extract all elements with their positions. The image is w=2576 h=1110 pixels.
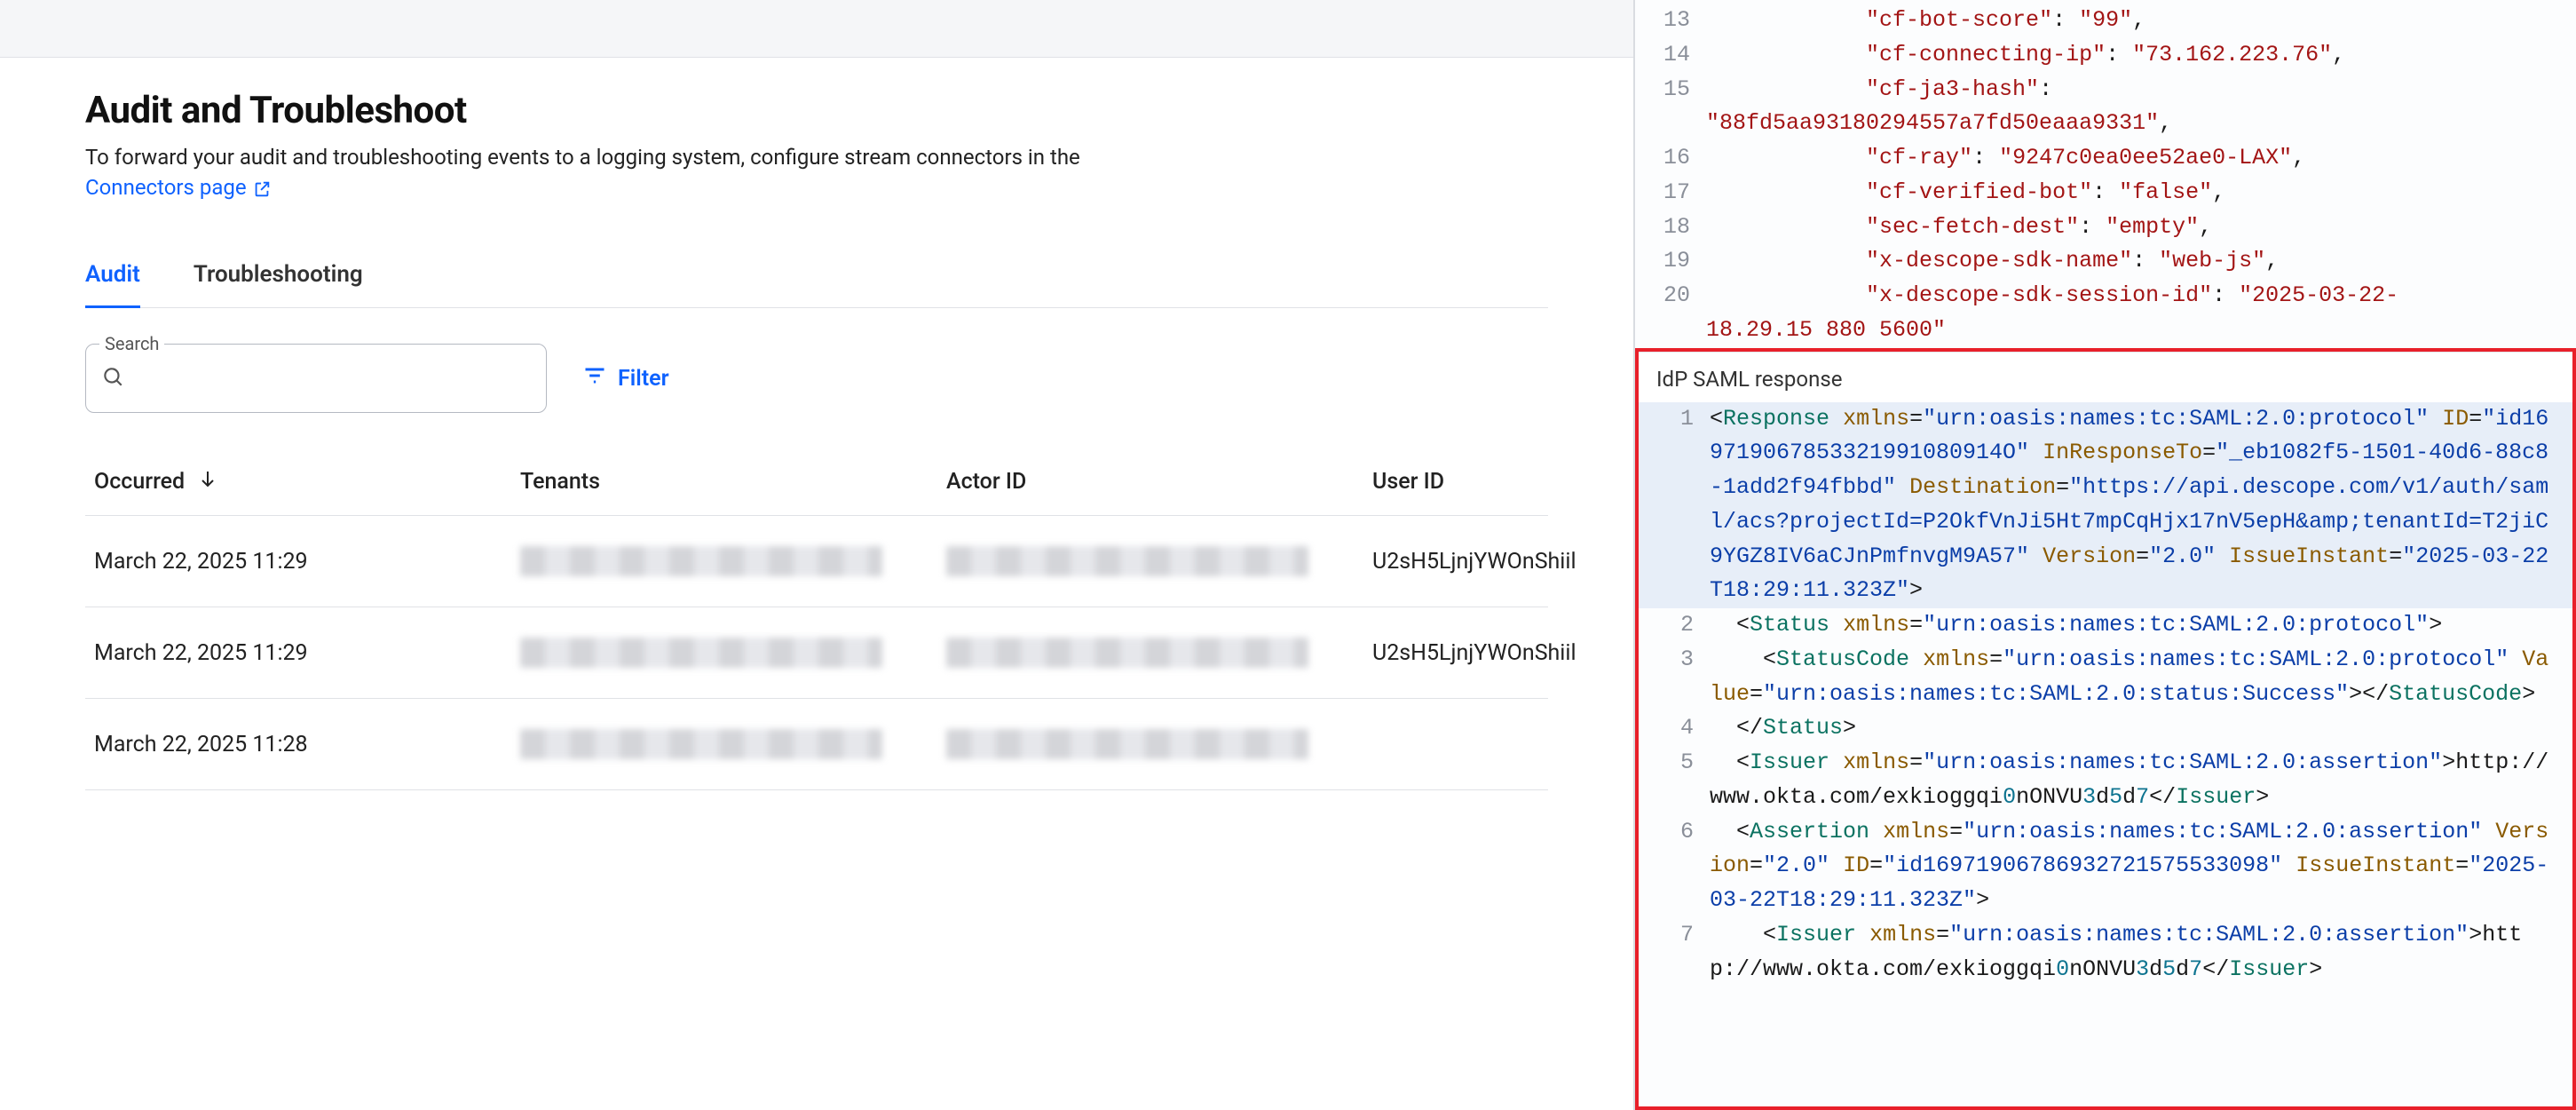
filter-label: Filter [618, 366, 669, 392]
cell-tenants [520, 546, 946, 576]
filter-button[interactable]: Filter [582, 363, 669, 394]
tabs: Audit Troubleshooting [85, 247, 1548, 308]
saml-response-block[interactable]: 1<Response xmlns="urn:oasis:names:tc:SAM… [1639, 402, 2572, 1107]
controls-row: Search Filter [85, 344, 1548, 413]
page-description-text: To forward your audit and troubleshootin… [85, 145, 1080, 170]
cell-occurred: March 22, 2025 11:29 [94, 640, 520, 666]
tab-audit[interactable]: Audit [85, 247, 140, 308]
col-actor-label: Actor ID [946, 469, 1026, 495]
audit-table: Occurred Tenants Actor ID User ID March … [85, 448, 1548, 790]
search-label: Search [99, 333, 164, 354]
sort-desc-icon [197, 468, 218, 496]
saml-response-label: IdP SAML response [1639, 352, 2572, 402]
cell-occurred: March 22, 2025 11:28 [94, 732, 520, 757]
col-actor-id[interactable]: Actor ID [946, 469, 1372, 495]
connectors-page-link-text: Connectors page [85, 173, 247, 203]
cell-user: U2sH5LjnjYWOnShiil [1372, 549, 1656, 575]
json-headers-block[interactable]: 13 "cf-bot-score": "99",14 "cf-connectin… [1635, 0, 2576, 348]
col-user-label: User ID [1372, 469, 1444, 495]
table-row[interactable]: March 22, 2025 11:29U2sH5LjnjYWOnShiil [85, 607, 1548, 699]
cell-user: U2sH5LjnjYWOnShiil [1372, 640, 1656, 666]
col-tenants-label: Tenants [520, 469, 600, 495]
cell-actor [946, 546, 1372, 576]
col-occurred[interactable]: Occurred [94, 468, 520, 496]
search-icon [101, 365, 124, 392]
search-field-wrap: Search [85, 344, 547, 413]
saml-response-highlight: IdP SAML response 1<Response xmlns="urn:… [1635, 348, 2576, 1110]
table-row[interactable]: March 22, 2025 11:29U2sH5LjnjYWOnShiil [85, 516, 1548, 607]
col-user-id[interactable]: User ID [1372, 469, 1656, 495]
external-link-icon [252, 178, 272, 197]
connectors-page-link[interactable]: Connectors page [85, 173, 272, 203]
table-header-row: Occurred Tenants Actor ID User ID [85, 448, 1548, 516]
table-row[interactable]: March 22, 2025 11:28 [85, 699, 1548, 790]
cell-actor [946, 638, 1372, 668]
left-panel: Audit and Troubleshoot To forward your a… [0, 0, 1633, 1110]
cell-actor [946, 729, 1372, 759]
cell-tenants [520, 729, 946, 759]
cell-tenants [520, 638, 946, 668]
cell-occurred: March 22, 2025 11:29 [94, 549, 520, 575]
page-title: Audit and Troubleshoot [85, 89, 1548, 132]
page-description: To forward your audit and troubleshootin… [85, 143, 1548, 202]
col-occurred-label: Occurred [94, 469, 185, 495]
right-panel: 13 "cf-bot-score": "99",14 "cf-connectin… [1633, 0, 2576, 1110]
filter-icon [582, 363, 607, 394]
col-tenants[interactable]: Tenants [520, 469, 946, 495]
tab-troubleshooting[interactable]: Troubleshooting [194, 247, 363, 308]
